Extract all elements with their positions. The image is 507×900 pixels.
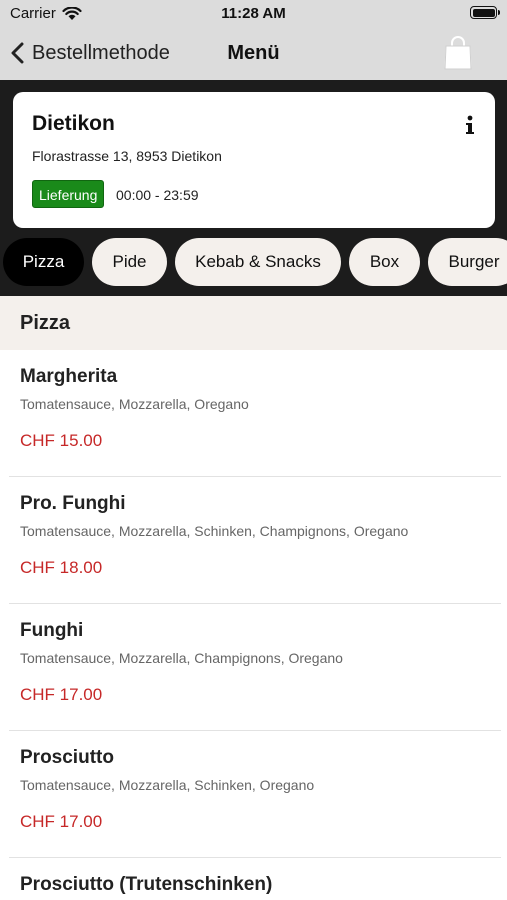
item-description: Tomatensauce, Mozzarella, Oregano xyxy=(20,396,249,412)
item-name: Pro. Funghi xyxy=(20,493,126,514)
shopping-bag-icon xyxy=(444,36,472,70)
section-header: Pizza xyxy=(0,296,507,350)
item-price: CHF 18.00 xyxy=(20,558,103,577)
item-price: CHF 17.00 xyxy=(20,812,103,831)
item-description: Tomatensauce, Mozzarella, Schinken, Oreg… xyxy=(20,777,315,793)
clock: 11:28 AM xyxy=(221,5,286,22)
menu-item[interactable]: Pro. Funghi Tomatensauce, Mozzarella, Sc… xyxy=(0,477,507,604)
cart-button[interactable] xyxy=(443,36,473,70)
item-name: Funghi xyxy=(20,620,84,641)
opening-hours: 00:00 - 23:59 xyxy=(116,187,199,203)
tab-kebab-snacks[interactable]: Kebab & Snacks xyxy=(175,238,341,286)
tab-burger[interactable]: Burger xyxy=(428,238,507,286)
battery-icon xyxy=(470,6,500,19)
navigation-bar: Bestellmethode Menü xyxy=(0,28,507,80)
item-name: Prosciutto (Trutenschinken) xyxy=(20,874,273,895)
info-icon[interactable] xyxy=(463,114,477,136)
category-tabs: Pizza Pide Kebab & Snacks Box Burger xyxy=(0,238,507,286)
page-title: Menü xyxy=(227,42,280,64)
item-price: CHF 15.00 xyxy=(20,431,103,450)
menu-item[interactable]: Funghi Tomatensauce, Mozzarella, Champig… xyxy=(0,604,507,731)
store-name: Dietikon xyxy=(32,112,115,135)
item-description: Tomatensauce, Mozzarella, Schinken, Cham… xyxy=(20,523,409,539)
status-bar: Carrier 11:28 AM xyxy=(0,0,507,28)
store-address: Florastrasse 13, 8953 Dietikon xyxy=(32,148,222,164)
menu-item[interactable]: Margherita Tomatensauce, Mozzarella, Ore… xyxy=(0,350,507,477)
page-title-row: Menü xyxy=(0,42,507,65)
store-card: Dietikon Florastrasse 13, 8953 Dietikon … xyxy=(13,92,495,228)
item-price: CHF 17.00 xyxy=(20,685,103,704)
delivery-badge: Lieferung xyxy=(32,180,105,208)
tab-pide[interactable]: Pide xyxy=(92,238,167,286)
section-title: Pizza xyxy=(20,312,71,334)
menu-item[interactable]: Prosciutto (Trutenschinken) xyxy=(0,858,507,900)
item-name: Prosciutto xyxy=(20,747,114,768)
tab-box[interactable]: Box xyxy=(349,238,420,286)
tab-pizza[interactable]: Pizza xyxy=(3,238,84,286)
item-name: Margherita xyxy=(20,366,118,387)
menu-item[interactable]: Prosciutto Tomatensauce, Mozzarella, Sch… xyxy=(0,731,507,858)
item-description: Tomatensauce, Mozzarella, Champignons, O… xyxy=(20,650,343,666)
